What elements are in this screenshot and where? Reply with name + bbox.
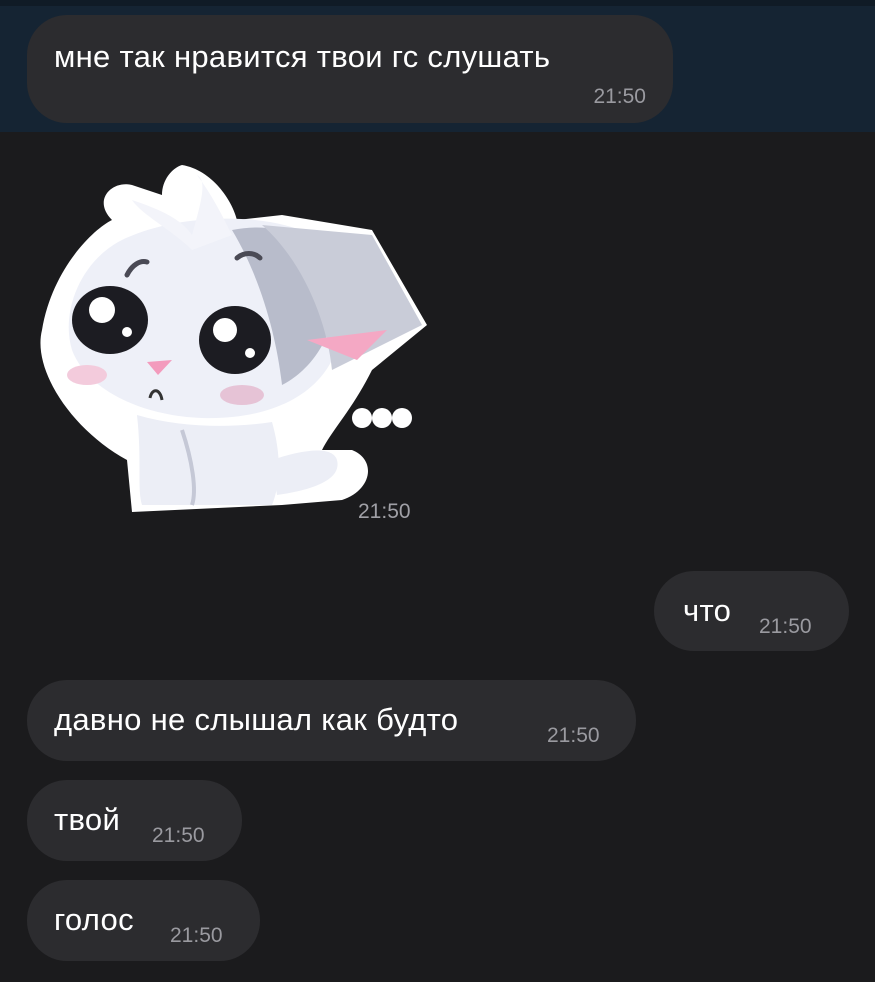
cat-sticker-icon <box>40 165 428 512</box>
incoming-message-bubble[interactable]: мне так нравится твои гс слушать 21:50 <box>27 15 673 123</box>
message-time: 21:50 <box>593 85 646 108</box>
message-text: что <box>683 593 732 628</box>
message-time: 21:50 <box>759 615 812 638</box>
top-edge <box>0 0 875 6</box>
message-text: мне так нравится твои гс слушать <box>54 39 551 74</box>
incoming-message-bubble[interactable]: давно не слышал как будто 21:50 <box>27 680 636 761</box>
message-time: 21:50 <box>547 724 600 747</box>
message-time: 21:50 <box>152 824 205 847</box>
sad-white-cat-sticker[interactable] <box>32 160 432 520</box>
outgoing-message-bubble[interactable]: что 21:50 <box>654 571 849 651</box>
incoming-message-bubble[interactable]: твой 21:50 <box>27 780 242 861</box>
message-text: голос <box>54 902 134 937</box>
sticker-time: 21:50 <box>358 500 411 523</box>
message-text: давно не слышал как будто <box>54 702 459 737</box>
message-text: твой <box>54 802 121 837</box>
message-time: 21:50 <box>170 924 223 947</box>
incoming-message-bubble[interactable]: голос 21:50 <box>27 880 260 961</box>
